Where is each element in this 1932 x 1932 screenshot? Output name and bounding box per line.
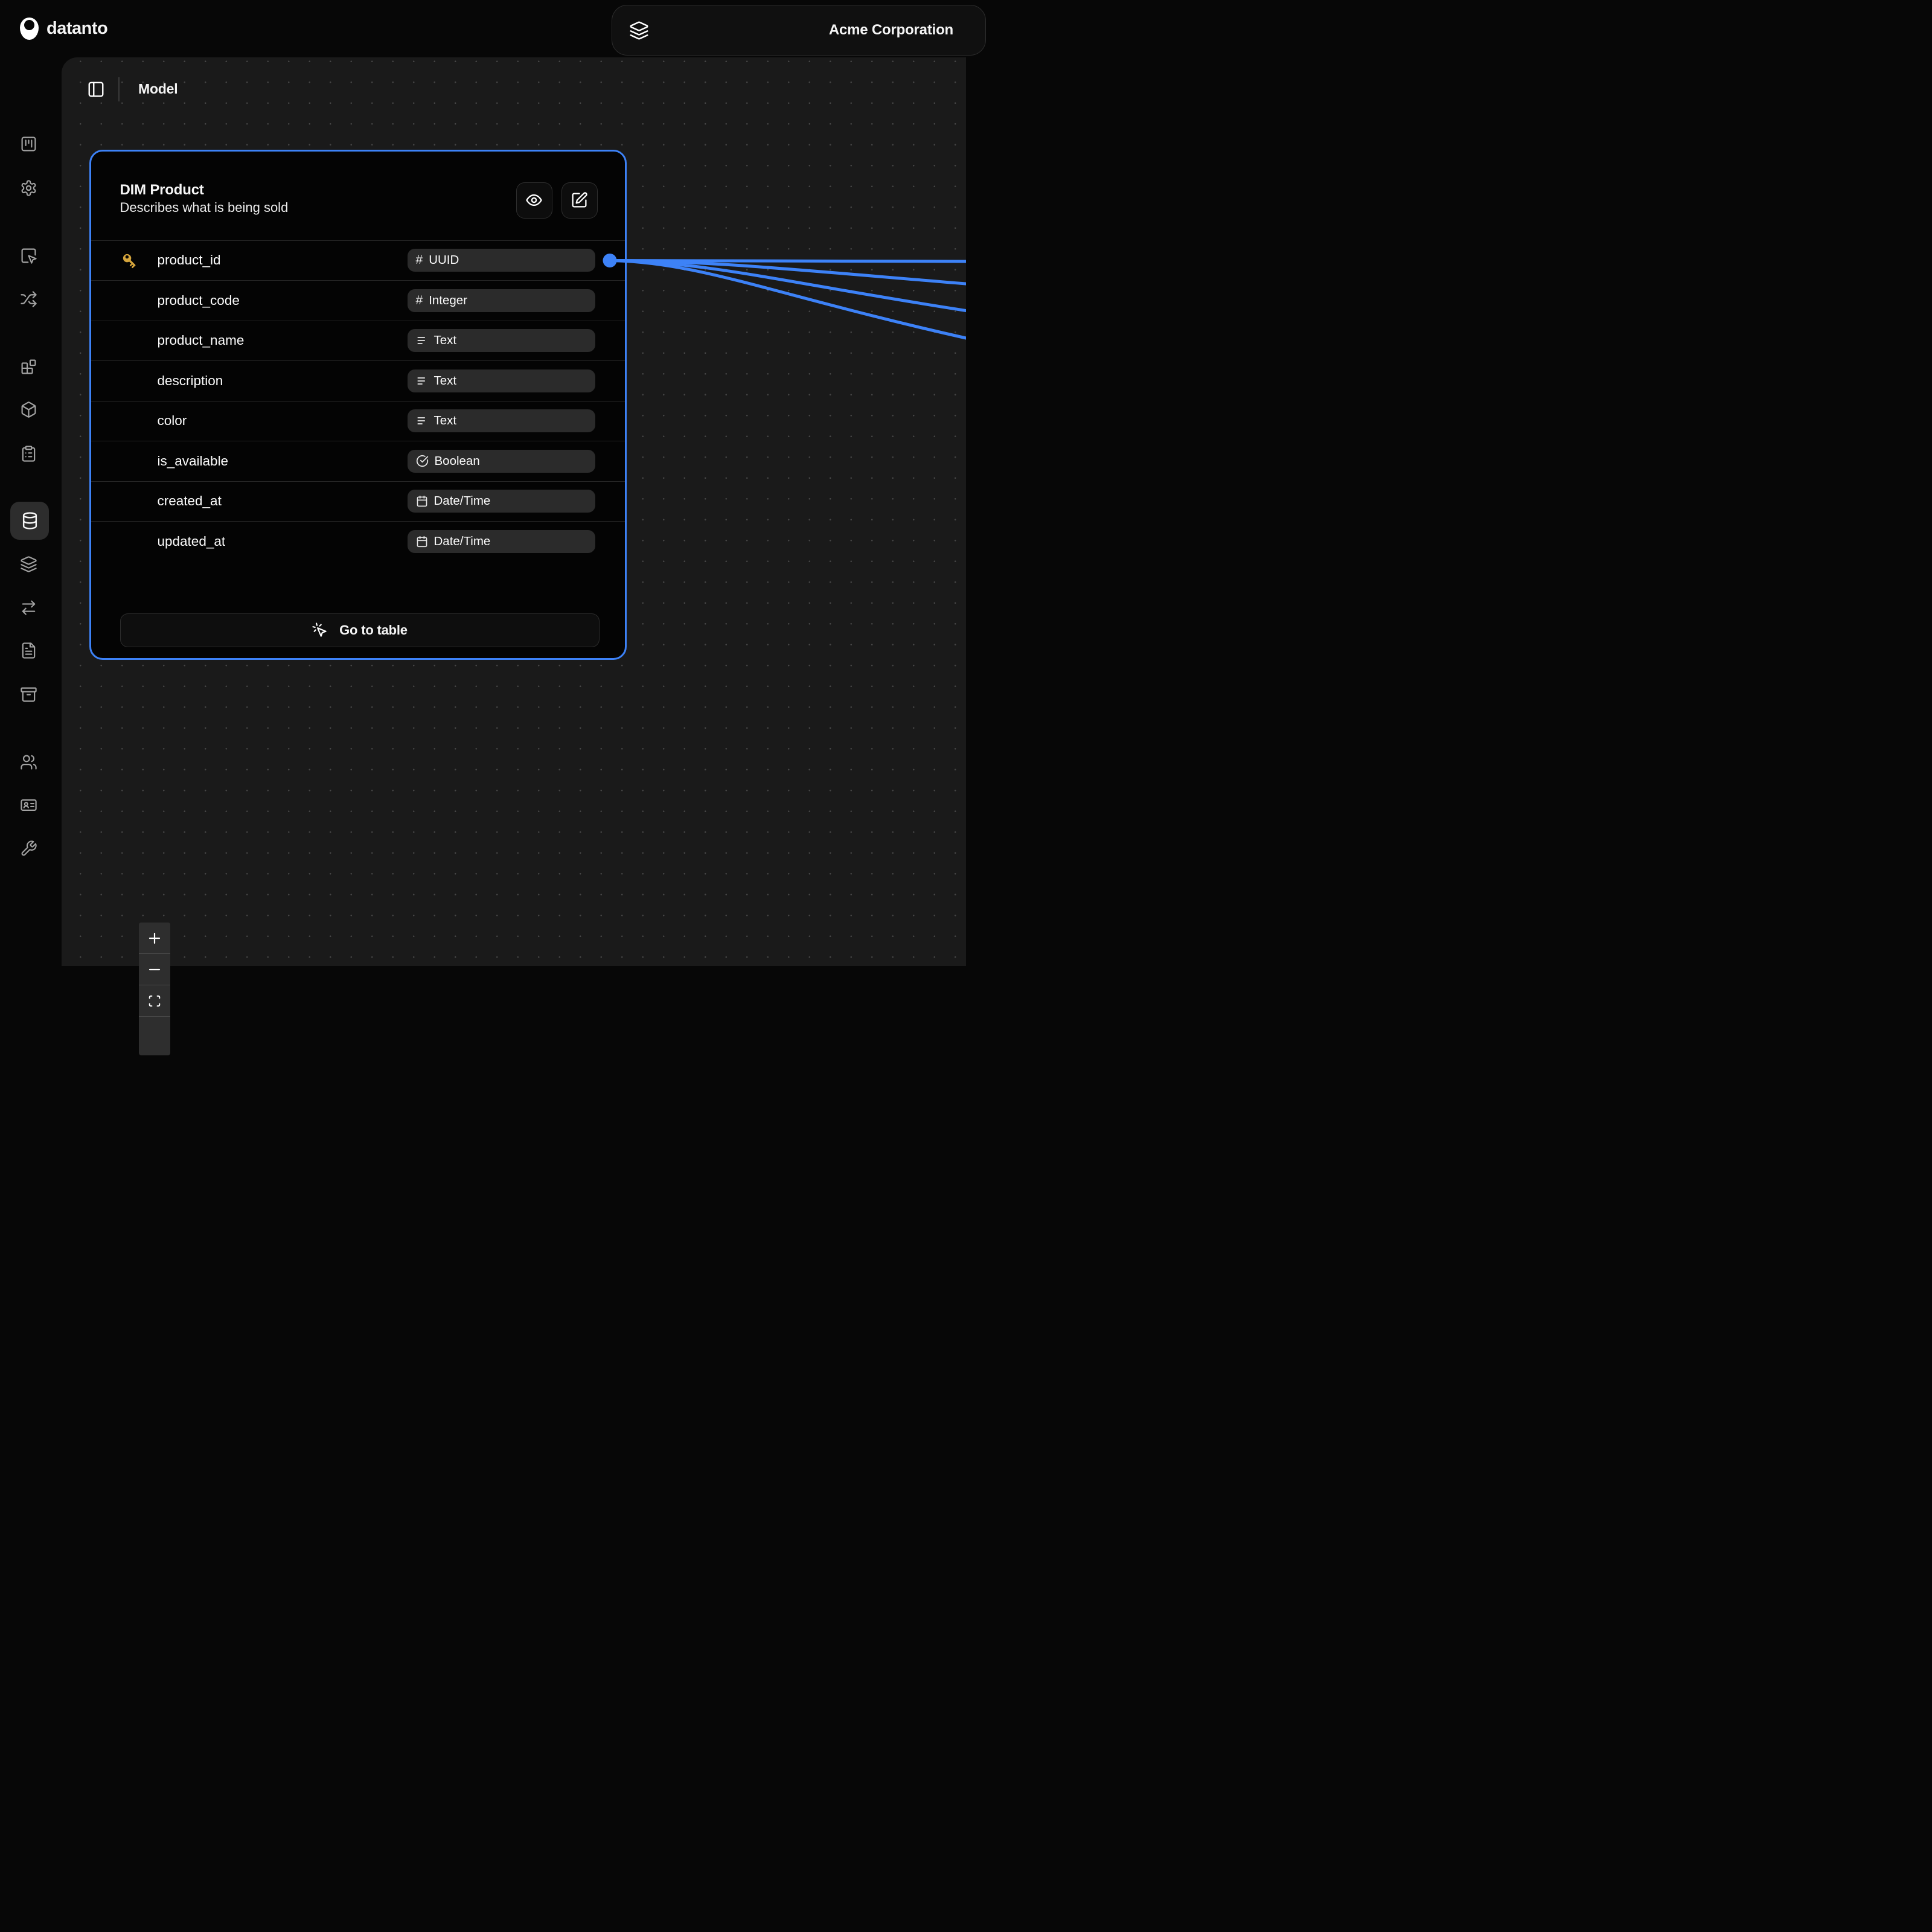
field-list: product_id # UUID product_code # Integer…	[91, 240, 625, 562]
type-badge: Date/Time	[408, 490, 595, 513]
wrench-icon	[20, 840, 37, 857]
mouse-pointer-click-icon	[312, 622, 328, 638]
top-bar: datanto Acme Corporation	[0, 0, 966, 57]
preview-button[interactable]	[516, 182, 552, 219]
sidebar-item-tools[interactable]	[16, 836, 41, 861]
panel-left-icon	[87, 80, 105, 98]
type-badge: Text	[408, 329, 595, 352]
fit-view-button[interactable]	[139, 985, 170, 1017]
type-badge: Text	[408, 369, 595, 392]
zoom-extra-button[interactable]	[139, 1017, 170, 1048]
zoom-in-button[interactable]	[139, 923, 170, 954]
database-icon	[21, 511, 39, 530]
kanban-square-icon	[20, 135, 37, 153]
archive-icon	[20, 686, 37, 703]
calendar-icon	[416, 495, 428, 507]
package-icon	[20, 401, 37, 418]
sidebar-item-kanban[interactable]	[16, 132, 41, 156]
field-row[interactable]: color Text	[91, 401, 625, 442]
arrow-right-left-icon	[20, 599, 37, 616]
field-name: is_available	[158, 453, 229, 469]
field-row[interactable]: description Text	[91, 361, 625, 401]
field-name: product_name	[158, 333, 245, 348]
primary-key-icon	[121, 252, 139, 270]
sidebar-item-document[interactable]	[16, 638, 41, 663]
field-row[interactable]: product_code # Integer	[91, 281, 625, 321]
brand-name: datanto	[46, 19, 107, 39]
icon-sidebar	[0, 57, 62, 966]
hash-icon: #	[416, 253, 423, 267]
header-divider	[118, 77, 120, 101]
sidebar-item-database[interactable]	[10, 502, 49, 540]
sidebar-item-clipboard[interactable]	[16, 441, 41, 466]
text-lines-icon	[416, 375, 428, 387]
sidebar-item-flows[interactable]	[16, 287, 41, 312]
field-row[interactable]: updated_at Date/Time	[91, 522, 625, 562]
entity-card-dim-product[interactable]: DIM Product Describes what is being sold…	[89, 150, 627, 660]
shuffle-arrows-icon	[20, 290, 37, 308]
field-row[interactable]: is_available Boolean	[91, 441, 625, 482]
field-name: product_code	[158, 293, 240, 309]
type-badge: Date/Time	[408, 530, 595, 553]
field-name: product_id	[158, 252, 221, 268]
field-row[interactable]: product_id # UUID	[91, 241, 625, 281]
page-title: Model	[138, 81, 178, 97]
clipboard-list-icon	[20, 445, 37, 462]
sidebar-item-settings[interactable]	[16, 176, 41, 200]
sidebar-item-id-card[interactable]	[16, 793, 41, 817]
id-card-icon	[20, 796, 37, 814]
file-text-icon	[20, 642, 37, 659]
sidebar-item-transfer[interactable]	[16, 595, 41, 620]
canvas-header: Model	[62, 57, 178, 121]
blocks-icon	[20, 358, 37, 376]
go-to-table-label: Go to table	[339, 622, 408, 638]
brand: datanto	[20, 0, 107, 57]
hash-icon: #	[416, 293, 423, 308]
text-lines-icon	[416, 415, 428, 427]
edit-square-icon	[571, 191, 588, 209]
users-icon	[20, 753, 37, 771]
workspace-name: Acme Corporation	[829, 22, 953, 39]
entity-card-subtitle: Describes what is being sold	[120, 200, 289, 216]
layers-icon	[629, 21, 649, 40]
field-name: description	[158, 373, 223, 389]
sidebar-item-blocks[interactable]	[16, 354, 41, 379]
square-mouse-pointer-icon	[20, 247, 37, 264]
entity-card-header: DIM Product Describes what is being sold	[91, 152, 625, 240]
field-name: color	[158, 413, 187, 429]
go-to-table-button[interactable]: Go to table	[120, 613, 600, 647]
workspace-switcher[interactable]: Acme Corporation	[612, 5, 986, 56]
gear-icon	[20, 179, 37, 197]
field-name: updated_at	[158, 534, 226, 549]
field-row[interactable]: product_name Text	[91, 321, 625, 362]
maximize-icon	[148, 994, 161, 1008]
type-badge: Boolean	[408, 450, 595, 473]
edit-button[interactable]	[561, 182, 598, 219]
calendar-icon	[416, 536, 428, 548]
type-badge: # Integer	[408, 289, 595, 312]
text-lines-icon	[416, 334, 428, 347]
field-row[interactable]: created_at Date/Time	[91, 482, 625, 522]
check-circle-icon	[416, 455, 429, 467]
eye-icon	[525, 191, 543, 209]
layers-icon	[20, 555, 37, 573]
entity-card-title: DIM Product	[120, 182, 204, 199]
type-badge: Text	[408, 409, 595, 432]
sidebar-item-archive[interactable]	[16, 682, 41, 707]
brand-logo-icon	[20, 18, 39, 40]
sidebar-item-select[interactable]	[16, 243, 41, 268]
zoom-out-button[interactable]	[139, 954, 170, 985]
zoom-controls	[139, 923, 170, 1055]
sidebar-item-users[interactable]	[16, 750, 41, 775]
sidebar-item-package[interactable]	[16, 397, 41, 422]
type-badge: # UUID	[408, 249, 595, 272]
sidebar-item-layers[interactable]	[16, 552, 41, 577]
panel-toggle-button[interactable]	[83, 77, 109, 102]
field-name: created_at	[158, 493, 222, 509]
minus-icon	[147, 962, 162, 977]
model-canvas[interactable]: Model DIM Product Describes what is bein…	[62, 57, 966, 966]
plus-icon	[147, 931, 162, 945]
